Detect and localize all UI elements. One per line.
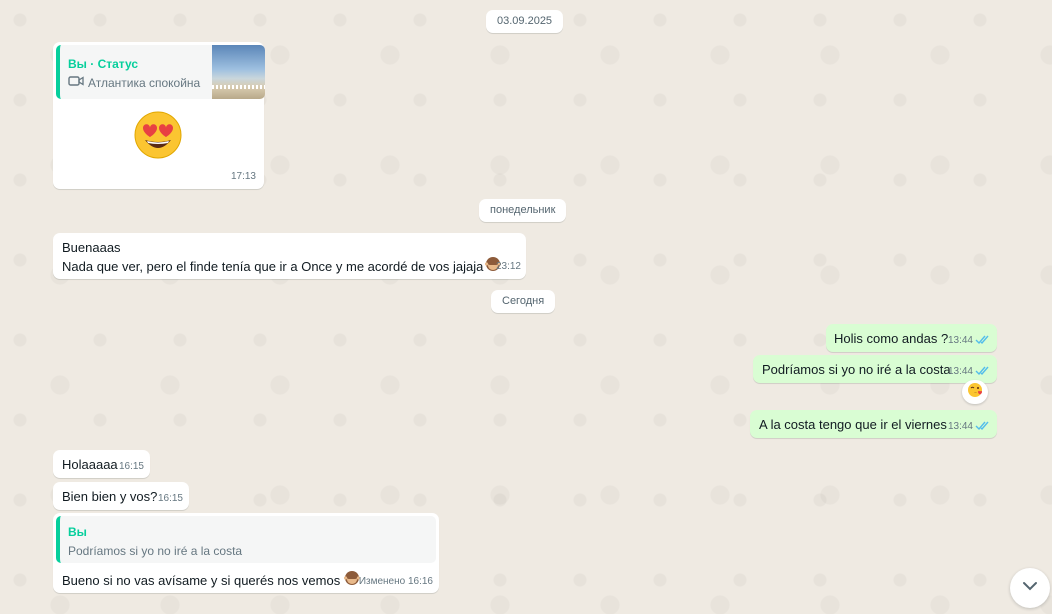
message-meta: 13:44 <box>948 363 991 380</box>
message-text: Holaaaaa <box>62 457 118 472</box>
status-quote-author: Вы · Статус <box>68 57 139 71</box>
read-receipt-icon <box>975 418 991 435</box>
edited-time: Изменено 16:16 <box>358 576 433 587</box>
message-meta: 13:44 <box>948 332 991 349</box>
message-line: Buenaaas <box>62 240 121 255</box>
message-time: 16:15 <box>157 493 183 504</box>
message-line-with-emoji: Nada que ver, pero el finde tenía que ir… <box>62 256 502 276</box>
see-no-evil-monkey-icon <box>344 570 361 590</box>
status-thumbnail <box>212 45 265 99</box>
read-receipt-icon <box>975 332 991 349</box>
day-chip: Сегодня <box>491 290 556 313</box>
status-reply-message[interactable]: Вы · Статус Атлантика спокойна 17:13 <box>53 42 265 189</box>
chevron-down-icon <box>1021 577 1039 600</box>
message-time: 13:44 <box>947 335 973 346</box>
message-text: A la costa tengo que ir el viernes <box>759 417 947 432</box>
reply-text-row: Bueno si no vas avísame y si querés nos … <box>62 570 361 590</box>
heart-eyes-emoji <box>132 111 184 159</box>
message-time: 13:44 <box>947 421 973 432</box>
message-text: Holis como andas ? <box>834 331 949 346</box>
reply-quote-author: Вы <box>68 525 87 539</box>
status-quote-caption-row: Атлантика спокойна <box>68 75 200 92</box>
message-time: 13:44 <box>947 366 973 377</box>
outgoing-message[interactable]: Holis como andas ? 13:44 <box>826 324 997 352</box>
scroll-to-bottom-button[interactable] <box>1010 568 1050 608</box>
message-text: Nada que ver, pero el finde tenía que ir… <box>62 258 484 274</box>
message-time: 17:13 <box>230 171 256 182</box>
outgoing-message[interactable]: Podríamos si yo no iré a la costa 13:44 <box>753 355 997 383</box>
video-icon <box>68 75 84 92</box>
date-chip: 03.09.2025 <box>486 10 564 33</box>
incoming-message[interactable]: Buenaaas Nada que ver, pero el finde ten… <box>53 233 526 279</box>
message-meta: 13:44 <box>948 418 991 435</box>
day-chip: понедельник <box>479 199 567 222</box>
message-text: Bien bien y vos? <box>62 489 158 504</box>
incoming-message[interactable]: Bien bien y vos? 16:15 <box>53 482 189 510</box>
status-quote[interactable]: Вы · Статус Атлантика спокойна <box>56 45 265 99</box>
message-text: Bueno si no vas avísame y si querés nos … <box>62 572 341 588</box>
read-receipt-icon <box>975 363 991 380</box>
message-time: 16:15 <box>118 461 144 472</box>
incoming-message[interactable]: Holaaaaa 16:15 <box>53 450 150 478</box>
outgoing-message[interactable]: A la costa tengo que ir el viernes 13:44 <box>750 410 997 438</box>
reply-quote[interactable]: Вы Podríamos si yo no iré a la costa <box>56 516 436 563</box>
reaction-badge[interactable] <box>962 380 988 404</box>
message-time: 23:12 <box>495 261 521 272</box>
message-text: Podríamos si yo no iré a la costa <box>762 362 951 377</box>
reply-message[interactable]: Вы Podríamos si yo no iré a la costa Bue… <box>53 513 439 593</box>
status-quote-caption: Атлантика спокойна <box>88 76 201 90</box>
reply-quote-text: Podríamos si yo no iré a la costa <box>68 544 243 558</box>
kissing-face-icon <box>967 382 983 403</box>
